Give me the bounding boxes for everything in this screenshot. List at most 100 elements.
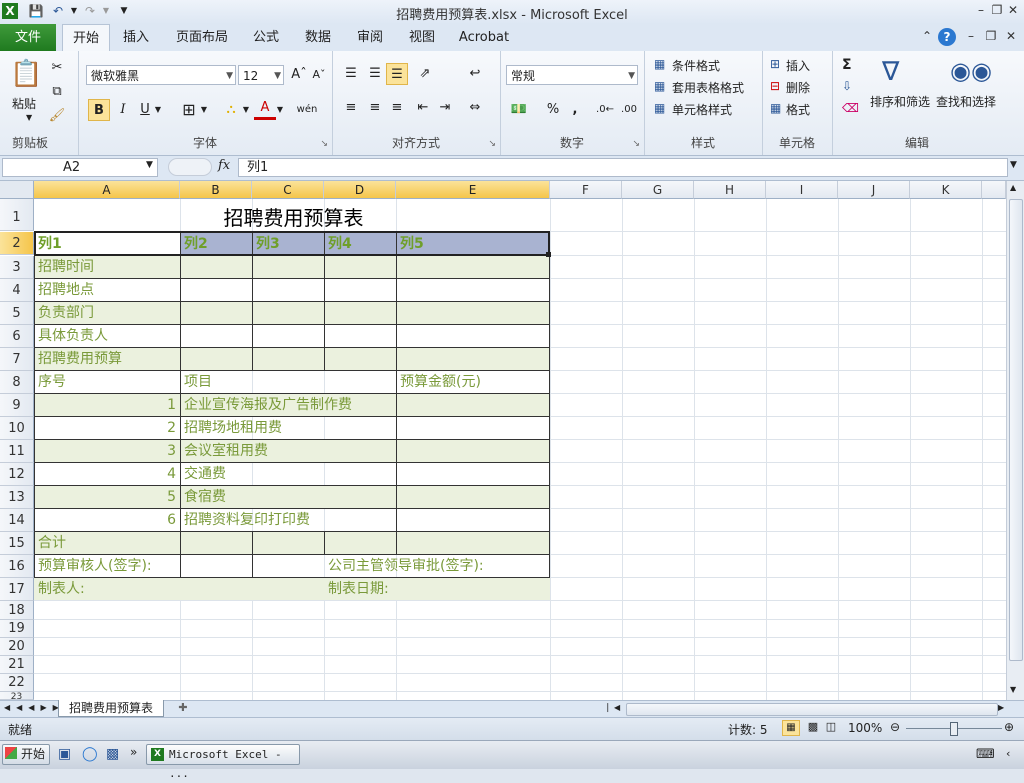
sort-filter-button[interactable]: 排序和筛选 <box>870 93 930 110</box>
cell-d2[interactable]: 列4 <box>325 233 396 255</box>
row-header-1[interactable]: 1 <box>0 199 34 231</box>
cell-b8[interactable]: 项目 <box>181 371 252 393</box>
fill-color-icon[interactable]: ⛬ <box>220 99 242 121</box>
taskbar-excel-button[interactable]: Microsoft Excel - ... <box>146 744 300 780</box>
align-center-icon[interactable]: ≡ <box>364 97 386 119</box>
font-size-dropdown-icon[interactable]: ▼ <box>274 66 281 86</box>
cell-e8[interactable]: 预算金额(元) <box>397 371 549 393</box>
table-format-button[interactable]: 套用表格格式 <box>672 79 744 96</box>
borders-icon[interactable]: ⊞ <box>178 99 200 121</box>
row-header-19[interactable]: 19 <box>0 620 34 638</box>
cell-style-button[interactable]: 单元格样式 <box>672 101 732 118</box>
scroll-down-icon[interactable]: ▼ <box>1010 685 1016 694</box>
help-icon[interactable]: ? <box>938 28 956 46</box>
number-format-combo[interactable]: 常规 ▼ <box>506 65 638 85</box>
row-header-10[interactable]: 10 <box>0 417 34 440</box>
horizontal-scroll-thumb[interactable] <box>626 703 998 716</box>
scroll-up-icon[interactable]: ▲ <box>1010 183 1016 192</box>
increase-indent-icon[interactable]: ⇥ <box>434 97 456 119</box>
cell-b11[interactable]: 会议室租用费 <box>181 440 395 462</box>
merge-center-icon[interactable]: ⇔ <box>464 97 486 119</box>
cell-a15[interactable]: 合计 <box>35 532 180 554</box>
cell-a9[interactable]: 1 <box>35 394 179 416</box>
insert-sheet-icon[interactable]: ✚ <box>172 701 194 716</box>
cell-b13[interactable]: 食宿费 <box>181 486 395 508</box>
tab-data[interactable]: 数据 <box>298 24 338 51</box>
cell-a17[interactable]: 制表人: <box>35 578 180 600</box>
doc-close-button[interactable]: ✕ <box>1002 29 1020 45</box>
name-box[interactable]: A2 <box>2 158 158 177</box>
row-header-23[interactable]: 23 <box>0 692 34 700</box>
row-header-13[interactable]: 13 <box>0 486 34 509</box>
tab-formulas[interactable]: 公式 <box>246 24 286 51</box>
tab-acrobat[interactable]: Acrobat <box>454 24 514 51</box>
cell-b2[interactable]: 列2 <box>181 233 252 255</box>
find-select-button[interactable]: 查找和选择 <box>936 93 996 110</box>
tray-expand-icon[interactable]: ‹ <box>1006 747 1010 760</box>
comma-style-button[interactable]: , <box>564 99 586 121</box>
cut-icon[interactable]: ✂ <box>46 57 68 79</box>
copy-icon[interactable]: ⧉ <box>46 81 68 103</box>
sheet-title[interactable]: 招聘费用预算表 <box>34 200 550 231</box>
cell-a2[interactable]: 列1 <box>35 233 180 255</box>
cell-a4[interactable]: 招聘地点 <box>35 279 180 301</box>
column-header-c[interactable]: C <box>252 181 324 199</box>
underline-dropdown-icon[interactable]: ▼ <box>152 99 164 121</box>
page-break-view-icon[interactable]: ◫ <box>822 720 840 736</box>
tab-view[interactable]: 视图 <box>402 24 442 51</box>
tab-review[interactable]: 审阅 <box>350 24 390 51</box>
cell-b12[interactable]: 交通费 <box>181 463 395 485</box>
zoom-in-icon[interactable]: ⊕ <box>1004 720 1014 734</box>
align-left-icon[interactable]: ≡ <box>340 97 362 119</box>
close-button[interactable]: ✕ <box>1004 3 1022 19</box>
row-header-17[interactable]: 17 <box>0 578 34 601</box>
bold-button[interactable]: B <box>88 99 110 121</box>
row-header-16[interactable]: 16 <box>0 555 34 578</box>
column-header-f[interactable]: F <box>550 181 622 199</box>
row-header-3[interactable]: 3 <box>0 256 34 279</box>
sheet-tab-active[interactable]: 招聘费用预算表 <box>58 700 164 717</box>
desktop-icon[interactable]: ▣ <box>58 746 71 762</box>
vertical-scroll-thumb[interactable] <box>1009 199 1023 661</box>
tab-insert[interactable]: 插入 <box>116 24 156 51</box>
column-header-l[interactable] <box>982 181 1006 199</box>
cell-a7[interactable]: 招聘费用预算 <box>35 348 180 370</box>
tab-page-layout[interactable]: 页面布局 <box>170 24 234 51</box>
accounting-format-icon[interactable]: 💵 <box>508 99 530 121</box>
delete-cells-button[interactable]: 删除 <box>786 79 810 96</box>
cell-c2[interactable]: 列3 <box>253 233 324 255</box>
align-middle-icon[interactable]: ☰ <box>364 63 386 85</box>
number-format-dropdown-icon[interactable]: ▼ <box>628 66 635 86</box>
keyboard-icon[interactable]: ⌨ <box>976 747 995 762</box>
row-header-22[interactable]: 22 <box>0 674 34 692</box>
row-header-9[interactable]: 9 <box>0 394 34 417</box>
row-header-20[interactable]: 20 <box>0 638 34 656</box>
more-apps-icon[interactable]: » <box>130 745 137 759</box>
cell-a8[interactable]: 序号 <box>35 371 180 393</box>
ie-icon[interactable]: ◯ <box>82 746 98 762</box>
column-header-d[interactable]: D <box>324 181 396 199</box>
format-cells-button[interactable]: 格式 <box>786 101 810 118</box>
select-all-button[interactable] <box>0 181 34 199</box>
cell-b14[interactable]: 招聘资料复印打印费 <box>181 509 395 531</box>
doc-restore-button[interactable]: ❐ <box>982 29 1000 45</box>
font-dialog-launcher-icon[interactable]: ↘ <box>320 139 328 149</box>
fill-icon[interactable]: ⇩ <box>842 79 852 93</box>
cell-b9[interactable]: 企业宣传海报及广告制作费 <box>181 394 395 416</box>
column-header-j[interactable]: J <box>838 181 910 199</box>
column-header-a[interactable]: A <box>34 181 180 199</box>
row-header-21[interactable]: 21 <box>0 656 34 674</box>
font-color-button[interactable]: A <box>254 97 276 120</box>
cell-a5[interactable]: 负责部门 <box>35 302 180 324</box>
clear-icon[interactable]: ⌫ <box>842 101 859 115</box>
column-header-b[interactable]: B <box>180 181 252 199</box>
cell-a13[interactable]: 5 <box>35 486 179 508</box>
paste-label[interactable]: 粘贴 <box>12 95 36 112</box>
zoom-level[interactable]: 100% <box>848 721 882 735</box>
row-header-18[interactable]: 18 <box>0 601 34 620</box>
row-header-14[interactable]: 14 <box>0 509 34 532</box>
cell-e2[interactable]: 列5 <box>397 233 549 255</box>
align-right-icon[interactable]: ≡ <box>386 97 408 119</box>
format-painter-icon[interactable]: 🖌 <box>46 105 68 127</box>
paste-dropdown-icon[interactable]: ▼ <box>26 113 32 122</box>
